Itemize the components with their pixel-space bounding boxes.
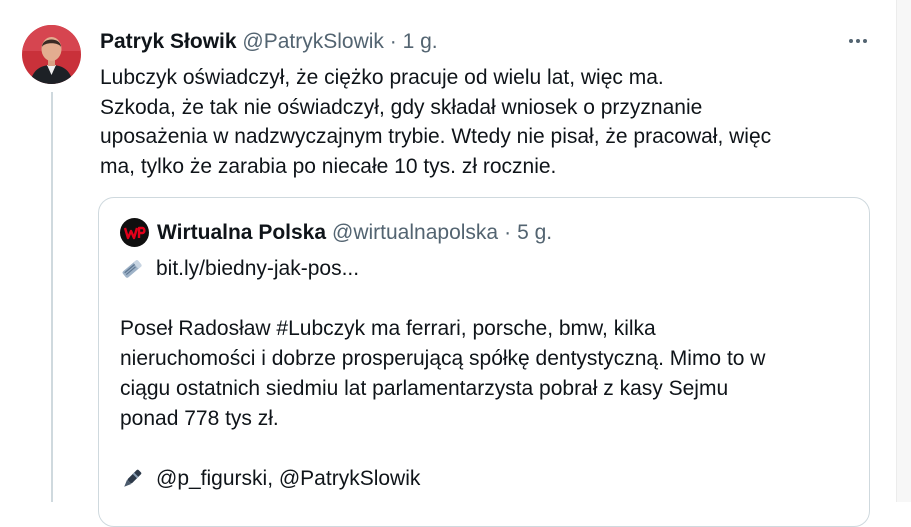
quoted-tweet-card[interactable]: Wirtualna Polska @wirtualnapolska · 5 g.… [98,197,870,527]
tweet-text: Lubczyk oświadczył, że ciężko pracuje od… [100,63,860,181]
tweet-line: Lubczyk oświadczył, że ciężko pracuje od… [100,66,664,89]
separator: · [389,30,397,53]
quote-body-line: ponad 778 tys zł. [120,407,279,430]
quote-body-line: nieruchomości i dobrze prosperującą spół… [120,347,766,370]
quote-body-line: Poseł Radosław #Lubczyk ma ferrari, pors… [120,317,656,340]
quote-timestamp[interactable]: 5 g. [517,220,552,246]
tweet-header: Patryk Słowik @PatrykSlowik · 1 g. [100,29,438,55]
quote-header: Wirtualna Polska @wirtualnapolska · 5 g. [120,218,552,247]
pen-icon [120,467,144,491]
scrollbar[interactable] [896,0,911,502]
quote-separator: · [504,220,512,244]
credit-text[interactable]: @p_figurski, @PatrykSlowik [156,464,420,494]
tweet-line: uposażenia w nadzwyczajnym trybie. Wtedy… [100,125,772,148]
article-link[interactable]: bit.ly/biedny-jak-pos... [156,254,359,284]
quote-author-handle[interactable]: @wirtualnapolska [332,220,498,246]
tweet-line: Szkoda, że tak nie oświadczył, gdy skład… [100,95,703,119]
timestamp[interactable]: 1 g. [403,30,438,53]
more-horizontal-icon [849,39,853,43]
quote-text: bit.ly/biedny-jak-pos... Poseł Radosław … [120,254,765,494]
tweet-line: ma, tylko że zarabia po niecałe 10 tys. … [100,154,557,178]
quote-body-line: ciągu ostatnich siedmiu lat parlamentarz… [120,377,729,400]
newspaper-icon [120,257,144,281]
quote-author-name[interactable]: Wirtualna Polska [157,220,326,246]
author-handle[interactable]: @PatrykSlowik [242,30,384,53]
author-name[interactable]: Patryk Słowik [100,30,237,53]
avatar-photo [22,25,81,84]
avatar[interactable] [22,25,81,84]
wirtualna-polska-logo[interactable] [120,218,149,247]
thread-line [51,92,53,502]
quote-credit-row: @p_figurski, @PatrykSlowik [120,464,765,494]
more-options-button[interactable] [840,28,876,54]
quote-link-row: bit.ly/biedny-jak-pos... [120,254,765,284]
